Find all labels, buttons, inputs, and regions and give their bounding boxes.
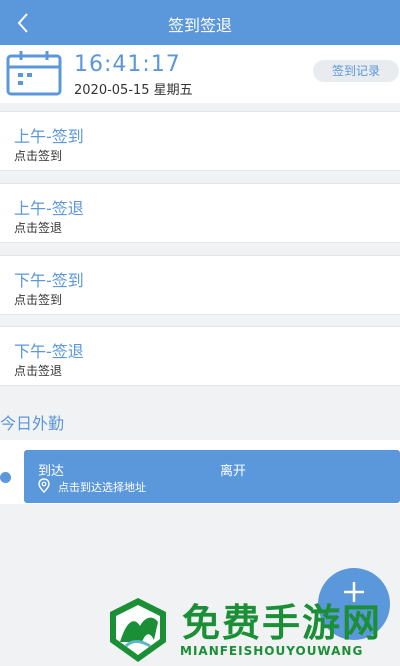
watermark-text: 免费手游网: [182, 601, 383, 645]
current-time: 16:41:17: [74, 52, 181, 77]
watermark-logo: [110, 598, 166, 662]
calendar-icon: [6, 51, 62, 96]
fieldwork-section-title: 今日外勤: [0, 414, 65, 433]
arrive-label: 到达: [38, 464, 65, 479]
leave-label: 离开: [220, 464, 247, 479]
card-action: 点击签退: [14, 364, 63, 378]
card-action: 点击签到: [14, 149, 63, 163]
afternoon-sign-in-card[interactable]: 下午-签到 点击签到: [0, 255, 400, 315]
card-title: 下午-签退: [14, 342, 84, 361]
fieldwork-area: 到达 离开 点击到达选择地址: [0, 440, 400, 504]
clock-card: 16:41:17 2020-05-15 星期五 签到记录: [0, 45, 400, 103]
watermark-subtext: MIANFEISHOUYOUWANG: [180, 644, 364, 658]
fieldwork-card[interactable]: 到达 离开 点击到达选择地址: [24, 450, 400, 503]
morning-sign-out-card[interactable]: 上午-签退 点击签退: [0, 183, 400, 243]
sign-records-button[interactable]: 签到记录: [313, 60, 399, 82]
afternoon-sign-out-card[interactable]: 下午-签退 点击签退: [0, 326, 400, 386]
current-date: 2020-05-15 星期五: [74, 83, 193, 98]
morning-sign-in-card[interactable]: 上午-签到 点击签到: [0, 111, 400, 171]
top-bar: 签到签退: [0, 0, 400, 45]
page-title: 签到签退: [167, 16, 232, 35]
address-select-link[interactable]: 点击到达选择地址: [58, 479, 146, 495]
timeline-dot: [0, 472, 11, 483]
location-pin-icon: [38, 478, 50, 493]
card-action: 点击签到: [14, 293, 63, 307]
card-title: 下午-签到: [14, 271, 84, 290]
card-title: 上午-签退: [14, 199, 84, 218]
card-title: 上午-签到: [14, 127, 84, 146]
card-action: 点击签退: [14, 221, 63, 235]
